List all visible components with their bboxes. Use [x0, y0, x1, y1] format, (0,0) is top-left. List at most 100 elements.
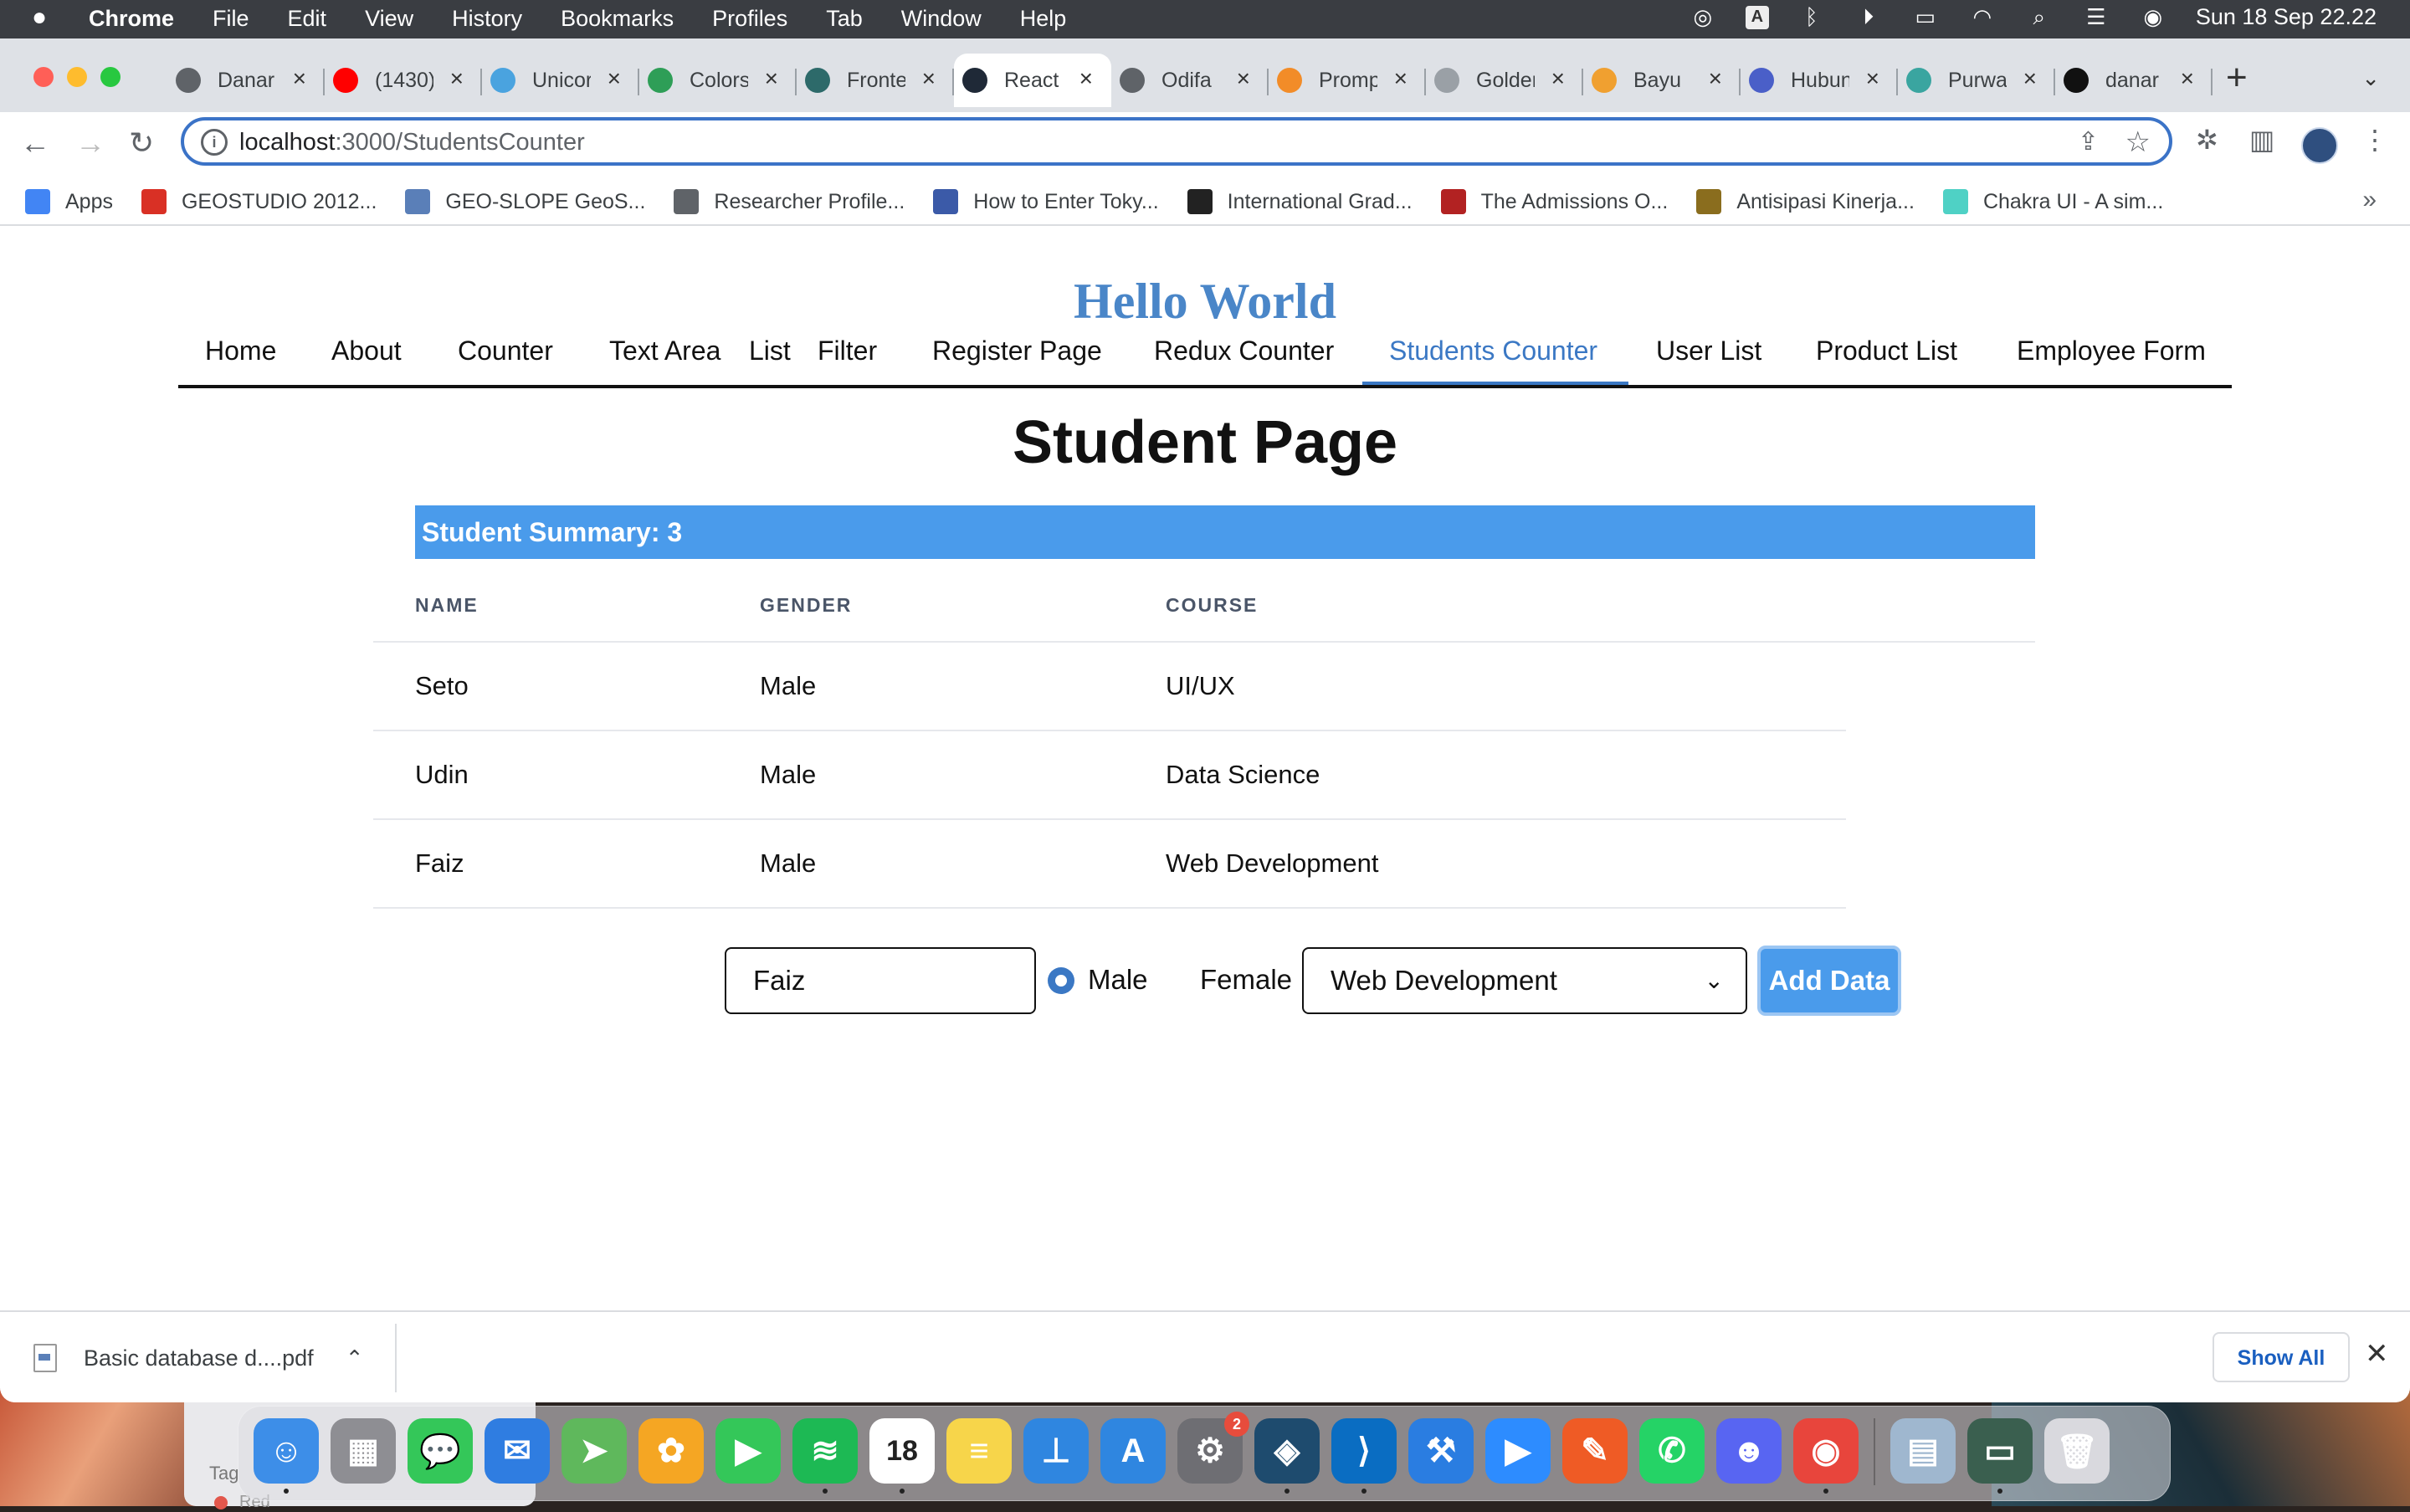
tab-2[interactable]: Unicorn ×: [482, 54, 639, 107]
menu-app-name[interactable]: Chrome: [89, 6, 174, 32]
tab-11[interactable]: Purwa ×: [1898, 54, 2055, 107]
tab-0[interactable]: Danar ×: [167, 54, 325, 107]
vscode-icon[interactable]: ⟩: [1331, 1418, 1397, 1494]
postman-icon[interactable]: ✎: [1562, 1418, 1628, 1484]
nav-link-product-list[interactable]: Product List: [1816, 316, 1957, 385]
xcode-icon[interactable]: ⚒: [1408, 1418, 1474, 1484]
close-tab-icon[interactable]: ×: [765, 65, 778, 92]
minimize-window-button[interactable]: [67, 67, 87, 87]
add-data-button[interactable]: Add Data: [1757, 946, 1901, 1016]
more-bookmarks-icon[interactable]: »: [2362, 186, 2377, 214]
close-tab-icon[interactable]: ×: [1079, 65, 1093, 92]
nav-link-students-counter[interactable]: Students Counter: [1389, 316, 1597, 385]
downloads-stack-icon[interactable]: ▭: [1967, 1418, 2033, 1494]
close-tab-icon[interactable]: ×: [2023, 65, 2037, 92]
close-tab-icon[interactable]: ×: [293, 65, 306, 92]
nav-link-about[interactable]: About: [331, 316, 402, 385]
nav-link-redux-counter[interactable]: Redux Counter: [1154, 316, 1334, 385]
close-icon[interactable]: ✕: [2365, 1337, 2389, 1371]
forward-icon[interactable]: →: [75, 126, 105, 161]
calendar-icon[interactable]: 18: [869, 1418, 935, 1494]
wifi-icon[interactable]: ◠: [1968, 4, 1997, 30]
menubar-clock[interactable]: Sun 18 Sep 22.22: [2196, 4, 2377, 30]
zoom-window-button[interactable]: [100, 67, 120, 87]
bookmark-item[interactable]: How to Enter Toky...: [933, 189, 1159, 214]
bookmark-item[interactable]: Apps: [25, 189, 113, 214]
bookmark-item[interactable]: International Grad...: [1187, 189, 1413, 214]
menu-history[interactable]: History: [452, 6, 522, 32]
tab-9[interactable]: Bayu ×: [1583, 54, 1741, 107]
url-text[interactable]: localhost:3000/StudentsCounter: [239, 129, 585, 156]
nav-link-register-page[interactable]: Register Page: [932, 316, 1102, 385]
nav-link-counter[interactable]: Counter: [458, 316, 553, 385]
tab-search-chevron-icon[interactable]: ⌄: [2361, 65, 2380, 91]
bookmark-item[interactable]: Antisipasi Kinerja...: [1696, 189, 1915, 214]
nav-link-employee-form[interactable]: Employee Form: [2017, 316, 2206, 385]
new-tab-button[interactable]: +: [2226, 57, 2248, 99]
menu-bookmarks[interactable]: Bookmarks: [561, 6, 674, 32]
bluetooth-icon[interactable]: ᛒ: [1797, 4, 1826, 30]
tab-6[interactable]: Odifa ×: [1111, 54, 1269, 107]
preview-icon[interactable]: ▤: [1890, 1418, 1956, 1484]
profile-avatar[interactable]: [2301, 127, 2338, 164]
menu-help[interactable]: Help: [1020, 6, 1067, 32]
tab-3[interactable]: Colors ×: [639, 54, 797, 107]
close-tab-icon[interactable]: ×: [2181, 65, 2194, 92]
creative-cloud-icon[interactable]: ◎: [1689, 4, 1717, 30]
control-center-icon[interactable]: ☰: [2082, 4, 2110, 30]
nav-link-filter[interactable]: Filter: [818, 316, 877, 385]
download-item[interactable]: Basic database d....pdf ⌃: [33, 1344, 363, 1372]
apple-menu-icon[interactable]: ●: [32, 3, 47, 32]
chrome-menu-icon[interactable]: ⋮: [2361, 124, 2388, 156]
tab-10[interactable]: Hubungi ×: [1741, 54, 1898, 107]
side-panel-icon[interactable]: ▥: [2249, 124, 2274, 156]
nav-link-list[interactable]: List: [749, 316, 791, 385]
battery-icon[interactable]: ▭: [1911, 4, 1940, 30]
name-input[interactable]: [725, 947, 1036, 1014]
male-radio[interactable]: [1048, 967, 1074, 994]
bookmark-item[interactable]: Chakra UI - A sim...: [1942, 189, 2163, 214]
menu-view[interactable]: View: [365, 6, 413, 32]
menu-profiles[interactable]: Profiles: [712, 6, 787, 32]
maps-icon[interactable]: ➤: [561, 1418, 627, 1484]
launchpad-icon[interactable]: ▦: [331, 1418, 396, 1484]
system-preferences-icon[interactable]: ⚙ 2: [1177, 1412, 1249, 1484]
trash-icon[interactable]: 🗑: [2044, 1418, 2110, 1484]
course-select[interactable]: Web Development ⌄: [1302, 947, 1747, 1014]
male-label[interactable]: Male: [1088, 964, 1148, 996]
tab-5[interactable]: React ×: [954, 54, 1111, 107]
mysql-workbench-icon[interactable]: ◈: [1254, 1418, 1320, 1494]
nav-link-user-list[interactable]: User List: [1656, 316, 1761, 385]
back-icon[interactable]: ←: [20, 126, 50, 161]
extensions-icon[interactable]: ✲: [2196, 124, 2218, 156]
show-all-button[interactable]: Show All: [2213, 1332, 2350, 1382]
bookmark-item[interactable]: GEO-SLOPE GeoS...: [405, 189, 645, 214]
menu-edit[interactable]: Edit: [288, 6, 327, 32]
bookmark-item[interactable]: Researcher Profile...: [674, 189, 905, 214]
spotlight-search-icon[interactable]: ⌕: [2025, 4, 2054, 30]
tab-12[interactable]: danar ×: [2055, 54, 2213, 107]
bookmark-star-icon[interactable]: ☆: [2125, 126, 2151, 159]
whatsapp-icon[interactable]: ✆: [1639, 1418, 1705, 1484]
mail-icon[interactable]: ✉: [485, 1418, 550, 1484]
female-label[interactable]: Female: [1200, 964, 1292, 996]
app-store-icon[interactable]: A: [1100, 1418, 1166, 1484]
close-tab-icon[interactable]: ×: [450, 65, 464, 92]
notes-icon[interactable]: ≡: [946, 1418, 1012, 1484]
messages-icon[interactable]: 💬: [408, 1418, 473, 1484]
close-tab-icon[interactable]: ×: [1394, 65, 1408, 92]
siri-icon[interactable]: ◉: [2139, 4, 2167, 30]
media-play-icon[interactable]: ⏵: [1854, 4, 1883, 30]
input-source-icon[interactable]: A: [1745, 5, 1769, 29]
address-bar[interactable]: i localhost:3000/StudentsCounter ⇪ ☆: [181, 117, 2172, 166]
close-tab-icon[interactable]: ×: [1237, 65, 1250, 92]
bookmark-item[interactable]: The Admissions O...: [1440, 189, 1668, 214]
chevron-up-icon[interactable]: ⌃: [346, 1345, 364, 1371]
nav-link-text-area[interactable]: Text Area: [609, 316, 720, 385]
site-info-icon[interactable]: i: [201, 129, 228, 156]
menu-tab[interactable]: Tab: [826, 6, 863, 32]
keynote-icon[interactable]: ⊥: [1023, 1418, 1089, 1484]
reload-icon[interactable]: ↻: [129, 126, 154, 161]
close-tab-icon[interactable]: ×: [922, 65, 936, 92]
discord-icon[interactable]: ☻: [1716, 1418, 1782, 1484]
